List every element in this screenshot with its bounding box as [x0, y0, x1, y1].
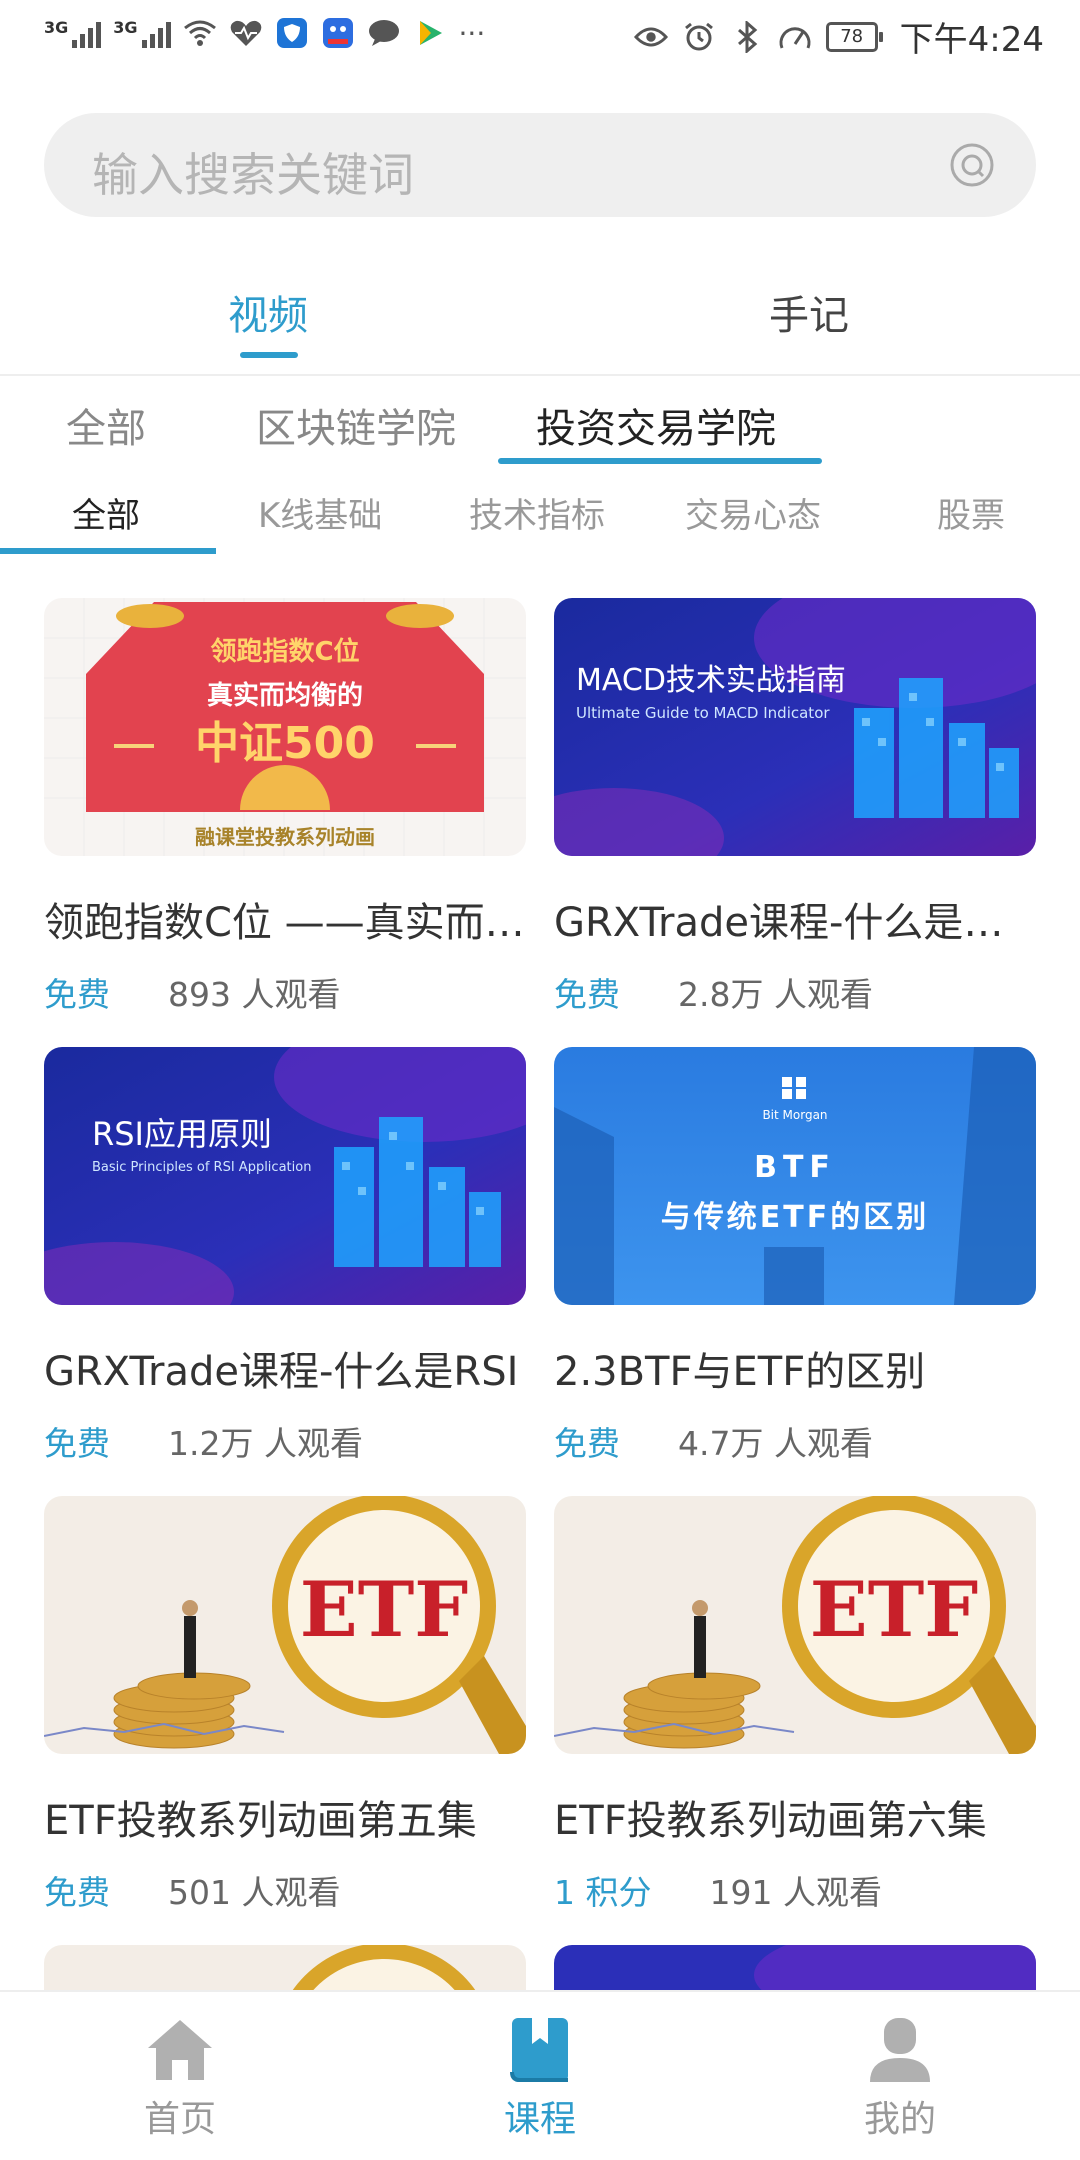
status-right: 78 下午4:24	[633, 12, 1044, 61]
course-card[interactable]: MACD技术实战指南 Ultimate Guide to MACD Indica…	[554, 598, 1036, 1016]
nav-courses[interactable]: 课程	[470, 2014, 610, 2142]
clock-time: 下午4:24	[899, 20, 1044, 60]
course-title[interactable]: GRXTrade课程-什么是RSI	[44, 1339, 526, 1397]
more-notifications-icon: ···	[458, 16, 486, 50]
course-views: 4.7万 人观看	[678, 1424, 873, 1463]
message-icon	[367, 16, 401, 50]
status-left: 3G 3G ···	[44, 16, 485, 50]
course-views: 191 人观看	[709, 1873, 882, 1912]
speed-icon	[778, 20, 812, 54]
course-views: 1.2万 人观看	[168, 1424, 363, 1463]
bluetooth-icon	[730, 20, 764, 54]
thumb-text-title: BTF	[754, 1150, 836, 1185]
course-card[interactable]: ETF ETF投教系列动画第六集 1 积分 191 人观看	[554, 1496, 1036, 1914]
course-meta: 免费 1.2万 人观看	[44, 1417, 526, 1465]
course-views: 501 人观看	[168, 1873, 341, 1912]
thumb-text-line3: 中证500	[195, 718, 375, 769]
course-title[interactable]: 2.3BTF与ETF的区别	[554, 1339, 1036, 1397]
thumb-text-title: MACD技术实战指南	[576, 663, 846, 698]
thumb-text-title: RSI应用原则	[92, 1115, 272, 1153]
course-thumbnail[interactable]: Bit Morgan BTF 与传统ETF的区别	[554, 1047, 1036, 1305]
course-title[interactable]: GRXTrade课程-什么是MACD	[554, 890, 1036, 948]
category-stocks[interactable]: 股票	[937, 488, 1005, 537]
course-thumbnail[interactable]: ETF	[554, 1496, 1036, 1754]
health-icon	[229, 16, 263, 50]
course-price: 1 积分	[554, 1873, 652, 1912]
course-meta: 免费 893 人观看	[44, 968, 526, 1016]
course-card[interactable]: Bit Morgan BTF 与传统ETF的区别 2.3BTF与ETF的区别 免…	[554, 1047, 1036, 1465]
tab-video-indicator	[240, 352, 298, 358]
course-meta: 1 积分 191 人观看	[554, 1866, 1036, 1914]
book-icon	[504, 2014, 576, 2086]
signal-icon-2: 3G	[113, 18, 171, 48]
thumb-text-line1: 领跑指数C位	[210, 636, 359, 667]
search-input[interactable]: 输入搜索关键词	[44, 113, 1036, 217]
thumb-text-subtitle: Basic Principles of RSI Application	[92, 1160, 311, 1175]
course-title[interactable]: 领跑指数C位 ——真实而均衡的中证500	[44, 890, 526, 948]
app-screen: 3G 3G ··· 78 下午4:24 输入搜索关键词 视频 手记 全部 区块链…	[0, 0, 1080, 2160]
course-meta: 免费 2.8万 人观看	[554, 968, 1036, 1016]
search-placeholder: 输入搜索关键词	[92, 148, 414, 202]
shield-app-icon	[275, 16, 309, 50]
tab-blockchain-academy[interactable]: 区块链学院	[256, 396, 456, 454]
status-bar: 3G 3G ··· 78 下午4:24	[0, 0, 1080, 74]
nav-home-label: 首页	[143, 2099, 216, 2140]
nav-home[interactable]: 首页	[110, 2014, 250, 2142]
course-card[interactable]: ETF ETF投教系列动画第五集 免费 501 人观看	[44, 1496, 526, 1914]
category-technical-indicators[interactable]: 技术指标	[469, 488, 605, 537]
network-type-label-2: 3G	[113, 18, 138, 37]
tab-notes[interactable]: 手记	[769, 283, 849, 341]
alarm-icon	[682, 20, 716, 54]
nav-profile-label: 我的	[863, 2099, 936, 2140]
browser-app-icon	[321, 16, 355, 50]
course-price: 免费	[554, 1424, 620, 1463]
thumb-text-title: ETF	[810, 1565, 978, 1654]
course-title[interactable]: ETF投教系列动画第五集	[44, 1788, 526, 1846]
category-kline-basics[interactable]: K线基础	[258, 488, 382, 537]
user-icon	[864, 2014, 936, 2086]
course-price: 免费	[44, 1873, 110, 1912]
course-views: 2.8万 人观看	[678, 975, 873, 1014]
thumb-text-caption: 融课堂投教系列动画	[195, 825, 375, 849]
course-thumbnail[interactable]: 领跑指数C位 真实而均衡的 中证500 融课堂投教系列动画	[44, 598, 526, 856]
course-thumbnail[interactable]: RSI应用原则 Basic Principles of RSI Applicat…	[44, 1047, 526, 1305]
course-meta: 免费 501 人观看	[44, 1866, 526, 1914]
course-card[interactable]: 领跑指数C位 真实而均衡的 中证500 融课堂投教系列动画 领跑指数C位 ——真…	[44, 598, 526, 1016]
course-thumbnail[interactable]: MACD技术实战指南 Ultimate Guide to MACD Indica…	[554, 598, 1036, 856]
course-thumbnail[interactable]: ETF	[44, 1496, 526, 1754]
nav-profile[interactable]: 我的	[830, 2014, 970, 2142]
eye-icon	[633, 20, 668, 54]
thumb-text-line2: 真实而均衡的	[207, 680, 363, 711]
thumb-brand: Bit Morgan	[762, 1108, 827, 1122]
course-title[interactable]: ETF投教系列动画第六集	[554, 1788, 1036, 1846]
course-meta: 免费 4.7万 人观看	[554, 1417, 1036, 1465]
tab-trading-academy[interactable]: 投资交易学院	[536, 396, 776, 454]
course-price: 免费	[44, 975, 110, 1014]
bottom-navigation: 首页 课程 我的	[0, 1990, 1080, 2160]
thumb-text-title: ETF	[300, 1565, 468, 1654]
thumb-text-subtitle: Ultimate Guide to MACD Indicator	[576, 704, 830, 722]
home-icon	[144, 2014, 216, 2086]
course-card[interactable]: RSI应用原则 Basic Principles of RSI Applicat…	[44, 1047, 526, 1465]
category-all-indicator	[0, 548, 216, 554]
course-price: 免费	[554, 975, 620, 1014]
tab-trading-academy-indicator	[498, 458, 822, 464]
tab-all-academies[interactable]: 全部	[66, 396, 146, 454]
tab-video[interactable]: 视频	[228, 283, 308, 341]
nav-courses-label: 课程	[503, 2099, 576, 2140]
category-trading-mindset[interactable]: 交易心态	[685, 488, 821, 537]
wifi-icon	[183, 16, 217, 50]
divider	[0, 374, 1080, 376]
category-all[interactable]: 全部	[72, 488, 140, 537]
search-icon[interactable]	[948, 141, 996, 189]
signal-icon: 3G	[44, 18, 102, 48]
course-price: 免费	[44, 1424, 110, 1463]
network-type-label: 3G	[44, 18, 69, 37]
battery-indicator: 78	[825, 21, 883, 52]
thumb-text-subtitle: 与传统ETF的区别	[661, 1200, 929, 1235]
video-app-icon	[413, 16, 447, 50]
course-views: 893 人观看	[168, 975, 341, 1014]
